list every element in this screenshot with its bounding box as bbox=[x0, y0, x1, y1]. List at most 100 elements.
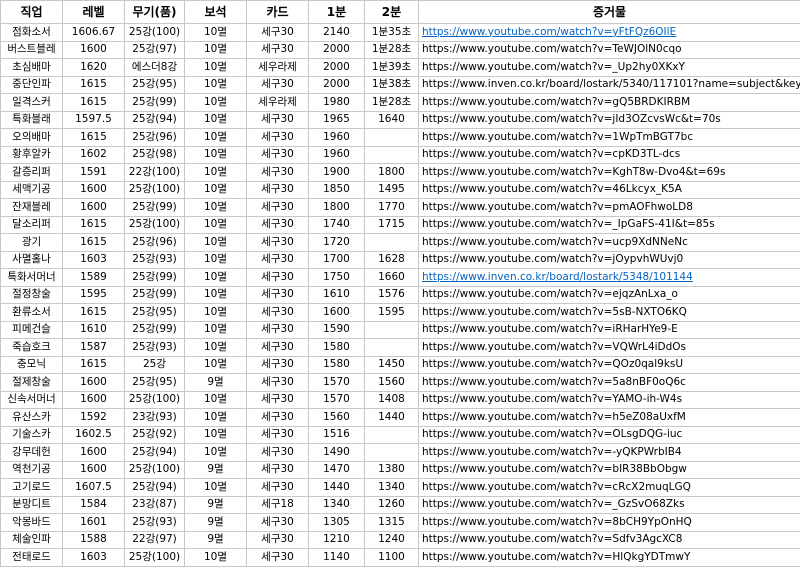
evidence-link[interactable]: https://www.youtube.com/watch?v=_Up2hy0X… bbox=[419, 59, 800, 77]
dps-2min-cell[interactable]: 1495 bbox=[365, 181, 419, 199]
gem-cell[interactable]: 10멸 bbox=[185, 216, 247, 234]
dps-1min-cell[interactable]: 1965 bbox=[309, 111, 365, 129]
gem-cell[interactable]: 10멸 bbox=[185, 41, 247, 59]
class-cell[interactable]: 중단인파 bbox=[1, 76, 63, 94]
dps-1min-cell[interactable]: 2000 bbox=[309, 76, 365, 94]
dps-2min-cell[interactable]: 1240 bbox=[365, 531, 419, 549]
gem-cell[interactable]: 10멸 bbox=[185, 269, 247, 287]
level-cell[interactable]: 1615 bbox=[63, 129, 125, 147]
evidence-link[interactable]: https://www.youtube.com/watch?v=bIR38BbO… bbox=[419, 461, 800, 479]
dps-1min-cell[interactable]: 1305 bbox=[309, 514, 365, 532]
dps-1min-cell[interactable]: 1560 bbox=[309, 409, 365, 427]
card-cell[interactable]: 세구30 bbox=[247, 321, 309, 339]
dps-2min-cell[interactable]: 1340 bbox=[365, 479, 419, 497]
dps-2min-cell[interactable] bbox=[365, 129, 419, 147]
dps-2min-cell[interactable]: 1560 bbox=[365, 374, 419, 392]
weapon-cell[interactable]: 25강(99) bbox=[125, 94, 185, 112]
header-class[interactable]: 직업 bbox=[1, 1, 63, 24]
level-cell[interactable]: 1600 bbox=[63, 181, 125, 199]
level-cell[interactable]: 1615 bbox=[63, 76, 125, 94]
evidence-link[interactable]: https://www.youtube.com/watch?v=_IpGaFS-… bbox=[419, 216, 800, 234]
dps-1min-cell[interactable]: 1440 bbox=[309, 479, 365, 497]
level-cell[interactable]: 1602.5 bbox=[63, 426, 125, 444]
level-cell[interactable]: 1595 bbox=[63, 286, 125, 304]
level-cell[interactable]: 1600 bbox=[63, 374, 125, 392]
gem-cell[interactable]: 9멸 bbox=[185, 531, 247, 549]
weapon-cell[interactable]: 25강(96) bbox=[125, 129, 185, 147]
dps-1min-cell[interactable]: 1580 bbox=[309, 339, 365, 357]
weapon-cell[interactable]: 25강(97) bbox=[125, 41, 185, 59]
level-cell[interactable]: 1600 bbox=[63, 199, 125, 217]
dps-1min-cell[interactable]: 1470 bbox=[309, 461, 365, 479]
evidence-link[interactable]: https://www.youtube.com/watch?v=-yQKPWrb… bbox=[419, 444, 800, 462]
gem-cell[interactable]: 9멸 bbox=[185, 461, 247, 479]
dps-1min-cell[interactable]: 1800 bbox=[309, 199, 365, 217]
evidence-link[interactable]: https://www.youtube.com/watch?v=YAMO-ih-… bbox=[419, 391, 800, 409]
evidence-link[interactable]: https://www.youtube.com/watch?v=gQ5BRDKI… bbox=[419, 94, 800, 112]
card-cell[interactable]: 세구30 bbox=[247, 146, 309, 164]
class-cell[interactable]: 충모닉 bbox=[1, 356, 63, 374]
gem-cell[interactable]: 10멸 bbox=[185, 251, 247, 269]
card-cell[interactable]: 세구30 bbox=[247, 286, 309, 304]
dps-1min-cell[interactable]: 1570 bbox=[309, 374, 365, 392]
weapon-cell[interactable]: 25강(93) bbox=[125, 339, 185, 357]
gem-cell[interactable]: 10멸 bbox=[185, 304, 247, 322]
evidence-link[interactable]: https://www.youtube.com/watch?v=jId3OZcv… bbox=[419, 111, 800, 129]
dps-2min-cell[interactable]: 1640 bbox=[365, 111, 419, 129]
dps-1min-cell[interactable]: 1900 bbox=[309, 164, 365, 182]
level-cell[interactable]: 1600 bbox=[63, 41, 125, 59]
dps-1min-cell[interactable]: 1610 bbox=[309, 286, 365, 304]
dps-2min-cell[interactable] bbox=[365, 234, 419, 252]
class-cell[interactable]: 유산스카 bbox=[1, 409, 63, 427]
gem-cell[interactable]: 10멸 bbox=[185, 146, 247, 164]
weapon-cell[interactable]: 25강(92) bbox=[125, 426, 185, 444]
class-cell[interactable]: 피메건슬 bbox=[1, 321, 63, 339]
weapon-cell[interactable]: 22강(97) bbox=[125, 531, 185, 549]
evidence-link[interactable]: https://www.youtube.com/watch?v=pmAOFhwo… bbox=[419, 199, 800, 217]
dps-1min-cell[interactable]: 1140 bbox=[309, 549, 365, 567]
dps-2min-cell[interactable] bbox=[365, 339, 419, 357]
gem-cell[interactable]: 10멸 bbox=[185, 286, 247, 304]
card-cell[interactable]: 세구30 bbox=[247, 356, 309, 374]
card-cell[interactable]: 세구30 bbox=[247, 374, 309, 392]
card-cell[interactable]: 세구18 bbox=[247, 496, 309, 514]
class-cell[interactable]: 세맥기공 bbox=[1, 181, 63, 199]
card-cell[interactable]: 세구30 bbox=[247, 269, 309, 287]
class-cell[interactable]: 역천기공 bbox=[1, 461, 63, 479]
evidence-link[interactable]: https://www.inven.co.kr/board/lostark/53… bbox=[419, 76, 800, 94]
level-cell[interactable]: 1597.5 bbox=[63, 111, 125, 129]
gem-cell[interactable]: 10멸 bbox=[185, 94, 247, 112]
dps-1min-cell[interactable]: 1740 bbox=[309, 216, 365, 234]
class-cell[interactable]: 광기 bbox=[1, 234, 63, 252]
card-cell[interactable]: 세구30 bbox=[247, 531, 309, 549]
gem-cell[interactable]: 9멸 bbox=[185, 496, 247, 514]
gem-cell[interactable]: 10멸 bbox=[185, 24, 247, 42]
class-cell[interactable]: 잔재블레 bbox=[1, 199, 63, 217]
header-weapon[interactable]: 무기(품) bbox=[125, 1, 185, 24]
card-cell[interactable]: 세구30 bbox=[247, 111, 309, 129]
level-cell[interactable]: 1587 bbox=[63, 339, 125, 357]
gem-cell[interactable]: 10멸 bbox=[185, 321, 247, 339]
class-cell[interactable]: 전태로드 bbox=[1, 549, 63, 567]
weapon-cell[interactable]: 25강(95) bbox=[125, 76, 185, 94]
card-cell[interactable]: 세구30 bbox=[247, 24, 309, 42]
gem-cell[interactable]: 10멸 bbox=[185, 339, 247, 357]
card-cell[interactable]: 세구30 bbox=[247, 199, 309, 217]
dps-1min-cell[interactable]: 1700 bbox=[309, 251, 365, 269]
card-cell[interactable]: 세구30 bbox=[247, 514, 309, 532]
card-cell[interactable]: 세구30 bbox=[247, 251, 309, 269]
card-cell[interactable]: 세구30 bbox=[247, 426, 309, 444]
class-cell[interactable]: 고기로드 bbox=[1, 479, 63, 497]
level-cell[interactable]: 1601 bbox=[63, 514, 125, 532]
weapon-cell[interactable]: 25강(100) bbox=[125, 391, 185, 409]
dps-1min-cell[interactable]: 1720 bbox=[309, 234, 365, 252]
class-cell[interactable]: 분망디트 bbox=[1, 496, 63, 514]
dps-1min-cell[interactable]: 2000 bbox=[309, 41, 365, 59]
dps-1min-cell[interactable]: 1490 bbox=[309, 444, 365, 462]
header-evidence[interactable]: 증거물 bbox=[419, 1, 800, 24]
class-cell[interactable]: 초심배마 bbox=[1, 59, 63, 77]
evidence-link[interactable]: https://www.youtube.com/watch?v=5sB-NXTO… bbox=[419, 304, 800, 322]
gem-cell[interactable]: 10멸 bbox=[185, 479, 247, 497]
dps-2min-cell[interactable]: 1분28초 bbox=[365, 94, 419, 112]
class-cell[interactable]: 악몽바드 bbox=[1, 514, 63, 532]
